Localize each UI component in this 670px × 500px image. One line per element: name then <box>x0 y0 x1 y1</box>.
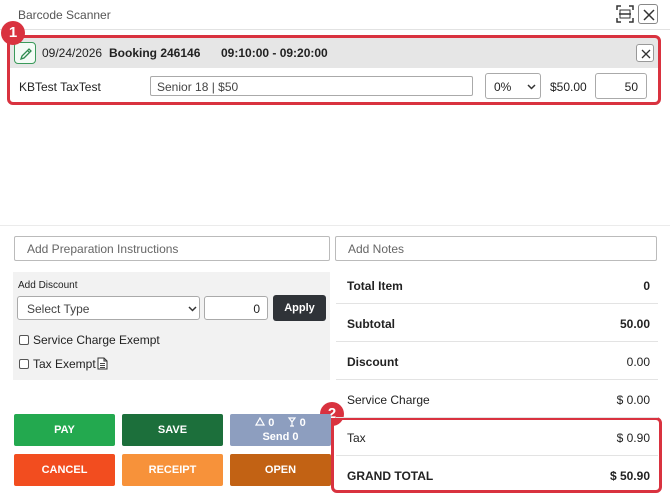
callout-frame-1 <box>7 35 661 105</box>
tax-value: $ 0.90 <box>616 431 650 445</box>
service-charge-exempt-label: Service Charge Exempt <box>33 333 160 347</box>
send-button[interactable]: 0 0 Send 0 <box>230 414 331 446</box>
summary-row-tax: Tax $ 0.90 <box>336 418 658 456</box>
service-charge-exempt-checkbox[interactable] <box>19 335 29 345</box>
subtotal-value: 50.00 <box>619 317 650 331</box>
bell-icon <box>255 416 266 426</box>
chevron-down-icon <box>188 306 197 312</box>
section-divider <box>0 225 670 226</box>
discount-total-label: Discount <box>347 355 399 369</box>
discount-type-value: Select Type <box>27 302 90 316</box>
summary-row-service-charge: Service Charge $ 0.00 <box>336 380 658 418</box>
total-item-value: 0 <box>643 279 650 293</box>
grand-total-label: GRAND TOTAL <box>347 469 434 483</box>
service-charge-label: Service Charge <box>347 393 430 407</box>
discount-type-select[interactable]: Select Type <box>17 296 200 320</box>
discount-total-value: 0.00 <box>626 355 650 369</box>
service-charge-value: $ 0.00 <box>616 393 650 407</box>
open-button[interactable]: OPEN <box>230 454 331 486</box>
subtotal-label: Subtotal <box>347 317 395 331</box>
summary-row-subtotal: Subtotal 50.00 <box>336 304 658 342</box>
send-counters: 0 0 <box>230 416 331 430</box>
window-titlebar: Barcode Scanner <box>0 0 670 30</box>
summary-row-total-item: Total Item 0 <box>336 266 658 304</box>
grand-total-value: $ 50.90 <box>609 469 650 483</box>
notes-input[interactable]: Add Notes <box>335 236 657 261</box>
pay-button[interactable]: PAY <box>14 414 115 446</box>
summary-row-grand-total: GRAND TOTAL $ 50.90 <box>336 456 658 494</box>
send-count-a: 0 <box>268 417 275 429</box>
total-item-label: Total Item <box>347 279 403 293</box>
discount-label: Add Discount <box>18 280 78 291</box>
close-icon <box>643 9 655 21</box>
cup-icon <box>287 417 296 427</box>
discount-panel: Add Discount Select Type 0 Apply Service… <box>13 272 330 380</box>
cancel-button[interactable]: CANCEL <box>14 454 115 486</box>
window-title: Barcode Scanner <box>18 8 111 22</box>
window-close-button[interactable] <box>638 4 658 24</box>
send-label: Send 0 <box>262 431 299 443</box>
summary-row-discount: Discount 0.00 <box>336 342 658 380</box>
tax-label: Tax <box>347 431 366 445</box>
tax-exempt-checkbox[interactable] <box>19 359 29 369</box>
discount-amount-input[interactable]: 0 <box>204 296 268 320</box>
receipt-button[interactable]: RECEIPT <box>122 454 223 486</box>
document-icon[interactable] <box>97 357 108 370</box>
apply-discount-button[interactable]: Apply <box>273 295 326 321</box>
barcode-scan-icon[interactable] <box>615 4 635 24</box>
send-count-b: 0 <box>299 417 306 429</box>
callout-badge-1: 1 <box>1 21 25 45</box>
save-button[interactable]: SAVE <box>122 414 223 446</box>
tax-exempt-label: Tax Exempt <box>33 357 96 371</box>
preparation-instructions-input[interactable]: Add Preparation Instructions <box>14 236 330 261</box>
